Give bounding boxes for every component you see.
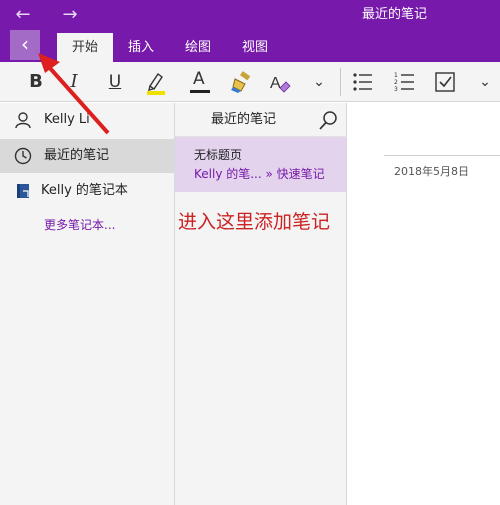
numbered-list-button[interactable]: 1 2 3 xyxy=(390,62,420,102)
tab-insert[interactable]: 插入 xyxy=(117,33,165,62)
bold-button[interactable]: B xyxy=(21,62,51,102)
highlighter-icon xyxy=(147,72,165,95)
toolbar-divider xyxy=(340,68,341,96)
page-path: Kelly 的笔... » 快速笔记 xyxy=(194,167,325,181)
numbered-list-icon: 1 2 3 xyxy=(394,72,414,93)
font-color-letter: A xyxy=(193,69,205,89)
clear-format-icon: A xyxy=(270,75,291,93)
more-options-chevron-icon[interactable]: ⌄ xyxy=(470,62,500,102)
forward-arrow-icon[interactable]: → xyxy=(55,0,85,30)
sidebar-item-label: 最近的笔记 xyxy=(44,148,110,163)
todo-checkbox-button[interactable] xyxy=(430,62,460,102)
tab-draw[interactable]: 绘图 xyxy=(172,33,224,62)
user-icon xyxy=(13,103,33,137)
svg-text:A: A xyxy=(270,75,281,92)
svg-text:1: 1 xyxy=(394,72,398,79)
window-title: 最近的笔记 xyxy=(362,7,428,22)
navigation-back-button[interactable]: ‹ xyxy=(10,30,40,60)
more-notebooks-link[interactable]: 更多笔记本... xyxy=(44,216,115,233)
svg-text:2: 2 xyxy=(394,79,398,86)
annotation-text: 进入这里添加笔记 xyxy=(178,211,331,233)
more-format-chevron-icon[interactable]: ⌄ xyxy=(304,62,334,102)
notebook-icon xyxy=(13,174,33,208)
account-name: Kelly Li xyxy=(44,112,90,127)
account-row[interactable]: Kelly Li xyxy=(0,103,174,137)
checkbox-icon xyxy=(435,72,455,92)
italic-button[interactable]: I xyxy=(59,62,89,102)
highlight-button[interactable] xyxy=(141,62,171,102)
format-painter-button[interactable] xyxy=(227,62,257,102)
sidebar-item-recent-notes[interactable]: 最近的笔记 xyxy=(0,139,174,173)
search-icon[interactable] xyxy=(317,110,339,136)
page-list-item[interactable]: 无标题页 Kelly 的笔... » 快速笔记 xyxy=(175,137,346,192)
bullet-list-button[interactable] xyxy=(348,62,378,102)
tab-home[interactable]: 开始 xyxy=(57,33,113,62)
tab-view[interactable]: 视图 xyxy=(230,33,280,62)
note-canvas[interactable] xyxy=(348,190,500,505)
font-color-bar xyxy=(190,90,210,93)
pages-header: 最近的笔记 xyxy=(175,103,347,137)
page-date: 2018年5月8日 xyxy=(394,165,469,178)
svg-text:3: 3 xyxy=(394,86,398,93)
page-title: 无标题页 xyxy=(194,148,243,162)
font-color-button[interactable]: A xyxy=(185,62,215,102)
clock-icon xyxy=(13,139,33,173)
clear-formatting-button[interactable]: A xyxy=(264,62,294,102)
page-title-line xyxy=(384,155,500,156)
bullet-list-icon xyxy=(353,73,372,91)
sidebar-item-label: Kelly 的笔记本 xyxy=(41,183,128,198)
pages-header-title: 最近的笔记 xyxy=(211,112,277,127)
paintbrush-icon xyxy=(231,71,251,93)
back-arrow-icon[interactable]: ← xyxy=(8,0,38,30)
underline-button[interactable]: U xyxy=(100,62,130,102)
sidebar-item-notebook[interactable]: Kelly 的笔记本 xyxy=(0,174,174,208)
